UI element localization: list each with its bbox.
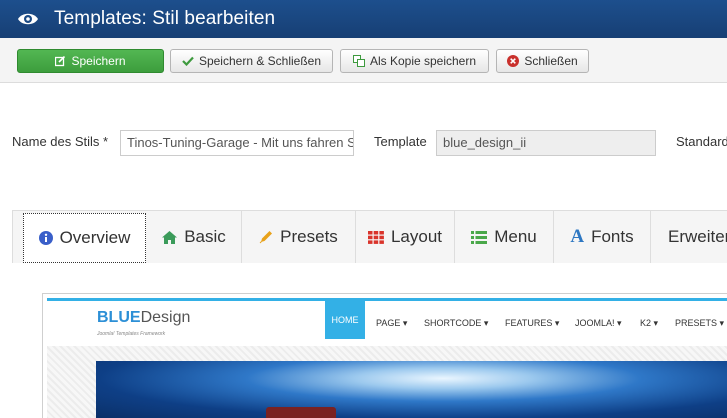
preview-car-shape: [266, 407, 336, 418]
save-as-copy-button[interactable]: Als Kopie speichern: [340, 49, 489, 73]
close-circle-icon: [507, 55, 520, 67]
tab-menu-label: Menu: [494, 227, 537, 246]
preview-hero-image: [96, 361, 727, 418]
tab-presets-label: Presets: [280, 227, 338, 246]
tab-basic-label: Basic: [184, 227, 226, 246]
tab-basic[interactable]: Basic: [147, 211, 242, 263]
tab-fonts[interactable]: A Fonts: [554, 211, 651, 263]
pencil-icon: [259, 230, 273, 244]
close-button[interactable]: Schließen: [496, 49, 589, 73]
tab-menu[interactable]: Menu: [455, 211, 554, 263]
check-icon: [182, 56, 194, 66]
tab-fonts-label: Fonts: [591, 227, 634, 246]
preview-logo-tagline: Joomla! Templates Framework: [97, 331, 166, 337]
copy-icon: [352, 55, 365, 67]
tab-bar: Overview Basic Presets Layout Menu A Fon…: [12, 210, 727, 263]
preview-nav-home: HOME: [325, 301, 365, 339]
preview-nav-features: FEATURES ▾: [505, 318, 560, 328]
tab-overview[interactable]: Overview: [23, 213, 146, 263]
save-button-label: Speichern: [71, 54, 126, 68]
style-name-label: Name des Stils *: [12, 134, 109, 149]
tab-advanced[interactable]: Erweiter: [651, 211, 727, 263]
tab-advanced-label: Erweiter: [668, 227, 727, 246]
edit-icon: [55, 55, 66, 67]
save-button[interactable]: Speichern: [17, 49, 164, 73]
list-icon: [471, 230, 488, 244]
title-bar: Templates: Stil bearbeiten: [0, 0, 727, 38]
preview-logo: BLUEDesign: [97, 309, 191, 326]
preview-nav-presets: PRESETS ▾: [675, 318, 725, 328]
template-label: Template: [374, 134, 427, 149]
preview-accent-bar: [47, 298, 727, 301]
home-icon: [162, 230, 178, 244]
page-title: Templates: Stil bearbeiten: [54, 8, 276, 29]
template-preview: BLUEDesign Joomla! Templates Framework H…: [42, 293, 727, 418]
tab-layout-label: Layout: [390, 227, 443, 246]
close-button-label: Schließen: [524, 54, 578, 68]
default-label: Standard: [676, 134, 727, 149]
tab-layout[interactable]: Layout: [356, 211, 455, 263]
preview-nav-page: PAGE ▾: [376, 318, 408, 328]
grid-icon: [367, 230, 384, 244]
preview-nav-joomla: JOOMLA! ▾: [575, 318, 622, 328]
eye-icon: [17, 12, 39, 26]
save-and-close-button[interactable]: Speichern & Schließen: [170, 49, 333, 73]
style-name-input[interactable]: Tinos-Tuning-Garage - Mit uns fahren Sie…: [120, 130, 354, 156]
tab-presets[interactable]: Presets: [242, 211, 356, 263]
info-icon: [38, 231, 53, 245]
preview-nav-k2: K2 ▾: [640, 318, 659, 328]
save-and-close-label: Speichern & Schließen: [198, 54, 322, 68]
template-field: blue_design_ii: [436, 130, 656, 156]
font-icon: A: [570, 226, 585, 247]
tab-overview-label: Overview: [59, 228, 131, 247]
preview-nav-shortcode: SHORTCODE ▾: [424, 318, 489, 328]
save-as-copy-label: Als Kopie speichern: [369, 54, 477, 68]
toolbar: Speichern Speichern & Schließen Als Kopi…: [0, 38, 727, 83]
